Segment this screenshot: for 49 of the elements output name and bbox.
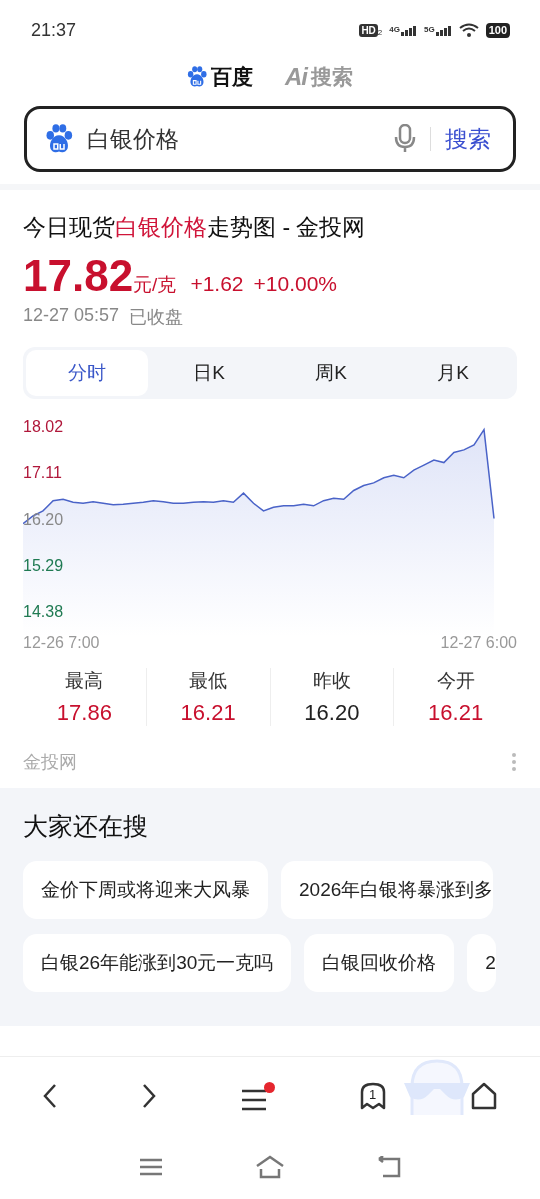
suggestion-chip[interactable]: 白银回收价格 (304, 934, 455, 992)
suggestion-chip[interactable]: 2 (467, 934, 496, 992)
stat-label: 今开 (436, 669, 475, 693)
chart-tab[interactable]: 周K (270, 350, 392, 396)
stat-label: 最低 (189, 669, 228, 693)
paw-logo-icon (45, 124, 73, 154)
wifi-icon (458, 22, 479, 38)
y-tick-label: 14.38 (23, 603, 64, 620)
home-icon[interactable] (255, 1155, 285, 1179)
current-price: 17.82 (23, 251, 134, 301)
mascot-drawing (404, 1059, 470, 1117)
stat-value: 16.21 (180, 700, 236, 726)
microphone-icon[interactable] (394, 124, 416, 154)
battery-icon: 100 (485, 22, 510, 38)
suggestion-chip[interactable]: 金价下周或将迎来大风暴 (23, 861, 268, 919)
stat-value: 16.20 (304, 700, 360, 726)
quote-time: 12-27 05:57 (23, 305, 120, 327)
stat-label: 昨收 (312, 669, 351, 693)
result-title[interactable]: 今日现货白银价格走势图 - 金投网 (23, 212, 517, 243)
tabs-button[interactable]: 1 (358, 1082, 387, 1110)
recent-apps-icon[interactable] (139, 1158, 163, 1176)
suggestion-chip[interactable]: 白银26年能涨到30元一克吗 (23, 934, 292, 992)
stat-label: 最高 (65, 669, 104, 693)
x-tick-label: 12-26 7:00 (23, 634, 100, 651)
market-status: 已收盘 (129, 306, 184, 329)
search-button[interactable]: 搜索 (445, 123, 491, 155)
back-icon[interactable] (377, 1156, 401, 1178)
back-button[interactable] (41, 1083, 58, 1109)
chart-tab[interactable]: 分时 (26, 350, 148, 396)
stat-value: 17.86 (56, 700, 112, 726)
y-tick-label: 15.29 (23, 556, 64, 574)
status-time: 21:37 (31, 19, 77, 41)
stat-value: 16.21 (428, 700, 484, 726)
search-field[interactable]: 白银价格 搜索 (24, 106, 516, 172)
chart-tab[interactable]: 日K (148, 350, 270, 396)
home-button[interactable] (470, 1082, 499, 1110)
y-tick-label: 17.11 (23, 464, 62, 482)
x-tick-label: 12-27 6:00 (440, 634, 517, 651)
change-percent: +10.00% (253, 272, 338, 296)
price-unit: 元/克 (133, 273, 177, 297)
suggestion-chip[interactable]: 2026年白银将暴涨到多 (281, 861, 494, 919)
brand-tab[interactable]: 百度 (187, 63, 253, 91)
menu-button[interactable] (241, 1081, 275, 1111)
section-heading: 大家还在搜 (23, 811, 149, 842)
forward-button[interactable] (141, 1083, 158, 1109)
y-tick-label: 18.02 (23, 418, 64, 435)
price-change: +1.62 (190, 272, 244, 296)
paw-logo-icon (187, 66, 207, 88)
chart-tab[interactable]: 月K (392, 350, 514, 396)
